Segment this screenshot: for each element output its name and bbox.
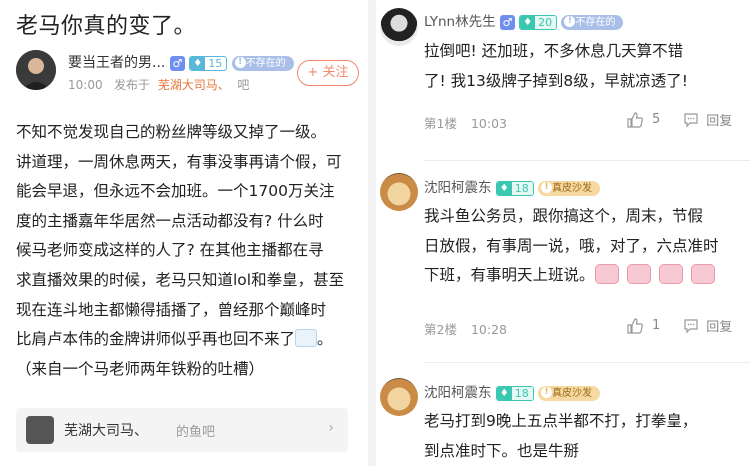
body-line: 现在连斗地主都懒得插播了，曾经那个巅峰时: [16, 300, 327, 319]
reply-line: 日放假，有事周一说，哦，对了，六点准时: [424, 236, 719, 255]
source-name: 芜湖大司马、: [64, 423, 148, 439]
reply-header: LYnn林先生 ♂ ♦20 不存在的: [424, 10, 624, 30]
body-line: 讲道理，一周休息两天，有事没事再请个假，可: [16, 152, 342, 171]
reply-bubble-icon[interactable]: [682, 317, 700, 335]
angry-face-emoji-icon: [626, 263, 651, 284]
reply-author[interactable]: 沈阳柯震东: [424, 180, 492, 196]
reply-avatar[interactable]: [380, 173, 418, 211]
reply-floor: 第2楼 10:28: [424, 322, 507, 337]
reply-text: 拉倒吧! 还加班，不多休息几天算不错 了! 我13级牌子掉到8级，早就凉透了!: [424, 37, 744, 96]
reply-author[interactable]: 沈阳柯震东: [424, 385, 492, 401]
follow-button[interactable]: + 关注: [297, 60, 359, 86]
reply-line: 我斗鱼公务员，跟你搞这个，周末，节假: [424, 207, 704, 225]
body-line: 候马老师变成这样的人了? 在其他主播都在寻: [16, 241, 324, 260]
angry-face-emoji-icon: [690, 263, 715, 284]
published-in-label: 发布于: [114, 78, 151, 92]
chevron-right-icon: ›: [328, 420, 334, 436]
author-name[interactable]: 要当王者的男...: [68, 55, 165, 71]
source-forum-bar[interactable]: 芜湖大司马、 的鱼吧 ›: [16, 408, 348, 452]
shield-icon: ♦: [496, 386, 512, 400]
shield-icon: ♦: [520, 15, 536, 29]
reply-floor: 第1楼 10:03: [424, 116, 507, 131]
post-panel: 老马你真的变了。 要当王者的男... ♂ ♦15 不存在的 10:00 发布于 …: [0, 0, 368, 466]
thumbs-up-icon[interactable]: [626, 317, 644, 335]
divider: [424, 362, 750, 363]
status-badge: 真皮沙发: [538, 180, 601, 196]
reply-text: 老马打到9晚上五点半都不打，打拳皇， 到点准时下。也是牛掰: [424, 407, 744, 466]
reply-actions: 5 回复: [626, 110, 732, 129]
status-badge: 真皮沙发: [538, 385, 601, 401]
body-line-with-emoji: 比肩卢本伟的金牌讲师似乎再也回不来了。: [16, 328, 333, 349]
panel-divider: [368, 0, 376, 466]
body-line: 不知不觉发现自己的粉丝牌等级又掉了一级。: [16, 123, 327, 141]
sticker-emoji-icon: [295, 328, 318, 347]
reply-actions: 1 回复: [626, 316, 732, 335]
thumbs-up-icon[interactable]: [626, 111, 644, 129]
user-portrait-icon: [16, 50, 56, 90]
forum-link[interactable]: 芜湖大司马、: [158, 78, 230, 92]
level-badge: ♦ 15: [189, 55, 228, 71]
post-title: 老马你真的变了。: [16, 14, 197, 39]
reply-text: 我斗鱼公务员，跟你搞这个，周末，节假 日放假，有事周一说，哦，对了，六点准时 下…: [424, 202, 744, 291]
reply-bubble-icon[interactable]: [682, 111, 700, 129]
shield-icon: ♦: [496, 181, 512, 195]
reply-line: 拉倒吧! 还加班，不多休息几天算不错: [424, 42, 684, 60]
reply-line: 老马打到9晚上五点半都不打，打拳皇，: [424, 412, 698, 430]
reply-line: 到点准时下。也是牛掰: [424, 441, 580, 460]
forum-suffix: 吧: [237, 78, 250, 92]
male-icon: ♂: [169, 55, 185, 71]
reply-button[interactable]: 回复: [706, 316, 732, 335]
level-badge: ♦ 18: [495, 385, 534, 401]
reply-avatar[interactable]: [380, 8, 418, 46]
male-icon: ♂: [499, 14, 515, 30]
reply-avatar[interactable]: [380, 378, 418, 416]
post-meta: 10:00 发布于 芜湖大司马、 吧: [68, 76, 249, 93]
level-badge: ♦ 18: [495, 180, 534, 196]
reply-button[interactable]: 回复: [706, 110, 732, 129]
source-forum: 的鱼吧: [176, 425, 216, 440]
like-count: 1: [652, 318, 661, 333]
angry-face-emoji-icon: [594, 263, 619, 284]
author-avatar[interactable]: [16, 50, 56, 90]
body-line: 能会早退，但永远不会加班。一个1700万关注: [16, 182, 335, 201]
replies-panel: LYnn林先生 ♂ ♦20 不存在的 拉倒吧! 还加班，不多休息几天算不错 了!…: [376, 0, 750, 466]
like-count: 5: [652, 112, 661, 127]
angry-face-emoji-icon: [658, 263, 683, 284]
body-line: 度的主播嘉年华居然一点活动都没有? 什么时: [16, 211, 324, 230]
reply-header: 沈阳柯震东 ♦18 真皮沙发: [424, 381, 601, 401]
reply-header: 沈阳柯震东 ♦18 真皮沙发: [424, 176, 601, 196]
author-line: 要当王者的男... ♂ ♦15 不存在的: [68, 52, 294, 72]
level-badge: ♦ 20: [519, 14, 558, 30]
reply-line-with-emoji: 下班，有事明天上班说。: [424, 261, 744, 291]
source-avatar: [26, 416, 54, 444]
status-badge: 不存在的: [231, 55, 294, 71]
status-badge: 不存在的: [561, 14, 624, 30]
divider: [424, 160, 750, 161]
post-body: 不知不觉发现自己的粉丝牌等级又掉了一级。 讲道理，一周休息两天，有事没事再请个假…: [16, 118, 360, 384]
body-line: （来自一个马老师两年铁粉的吐槽）: [16, 359, 265, 378]
reply-author[interactable]: LYnn林先生: [424, 14, 496, 30]
reply-line: 了! 我13级牌子掉到8级，早就凉透了!: [424, 71, 688, 90]
shield-icon: ♦: [190, 56, 206, 70]
body-line: 求直播效果的时候，老马只知道lol和拳皇，甚至: [16, 270, 345, 289]
post-time: 10:00: [68, 78, 103, 92]
